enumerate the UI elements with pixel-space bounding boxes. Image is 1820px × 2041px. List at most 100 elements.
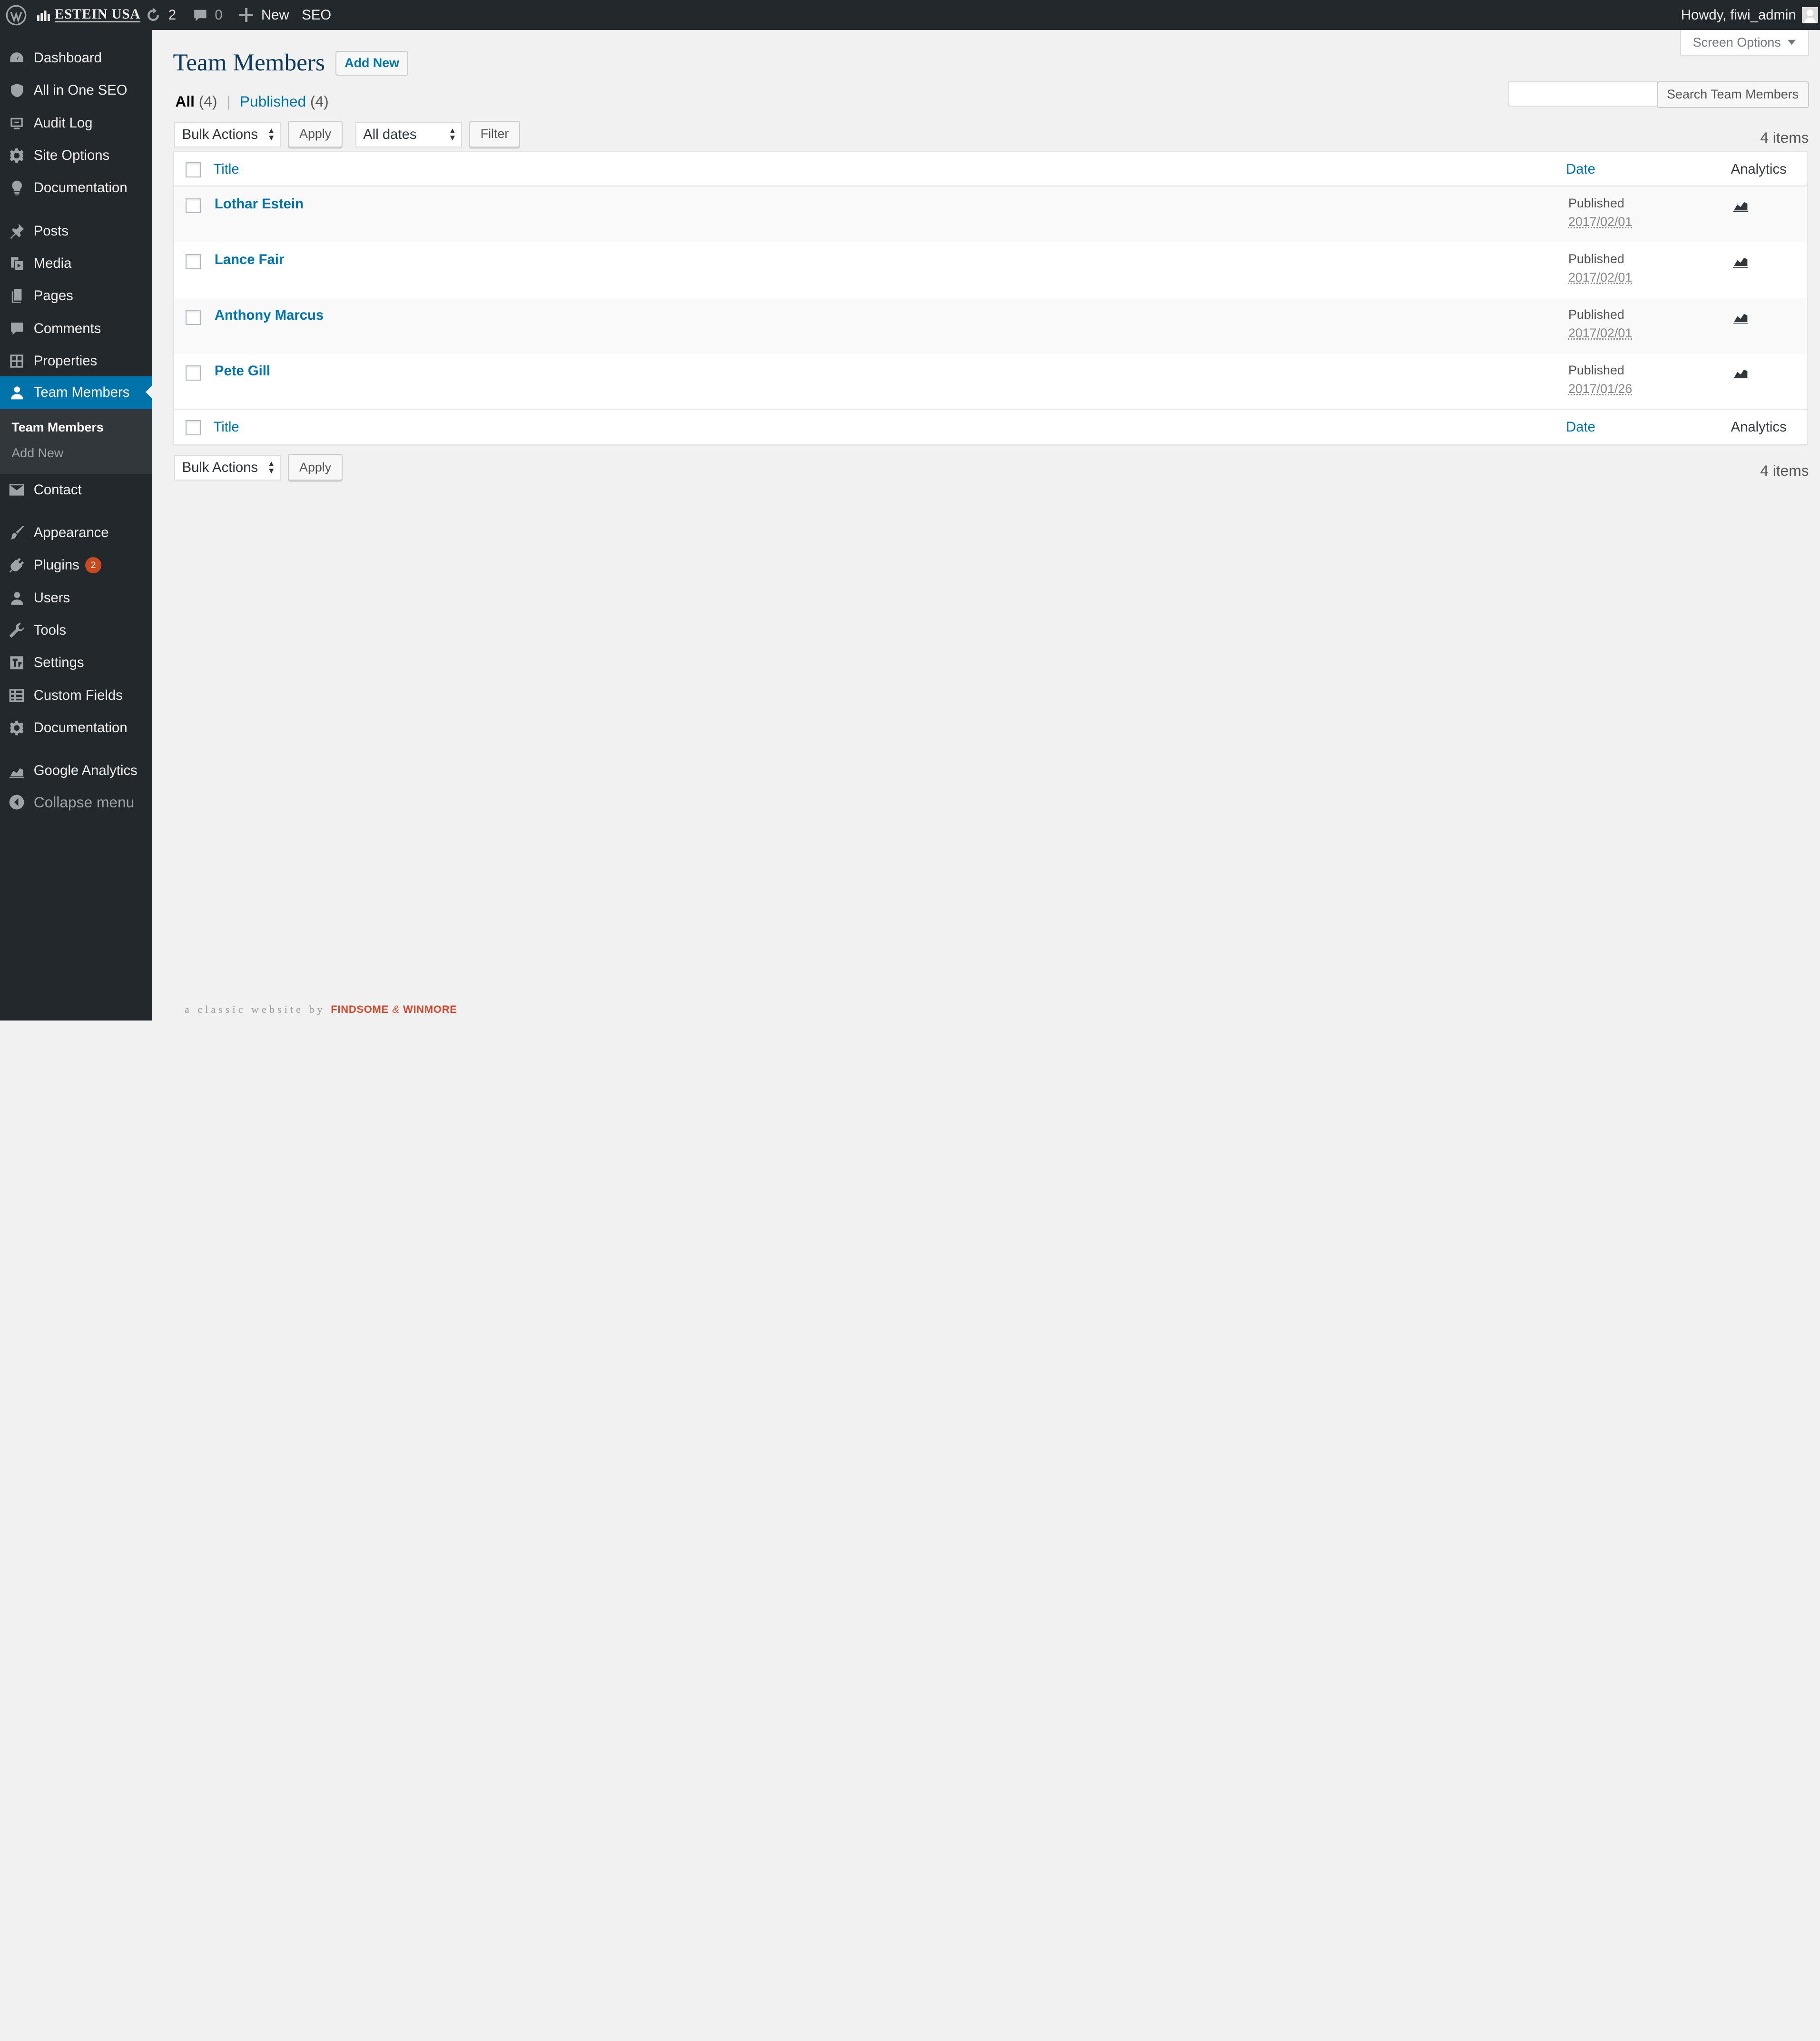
- sidebar-item-label: Media: [34, 255, 72, 272]
- sidebar-item-label: All in One SEO: [34, 82, 128, 98]
- table-header: Title Date Analytics: [174, 152, 1807, 186]
- sidebar-item-contact[interactable]: Contact: [0, 474, 152, 506]
- howdy-text: Howdy, fiwi_admin: [1681, 0, 1796, 30]
- updates-link[interactable]: 2: [145, 0, 176, 30]
- select-all-checkbox[interactable]: [186, 162, 201, 177]
- analytics-chart-icon[interactable]: [1732, 197, 1750, 216]
- column-date-footer[interactable]: Date: [1566, 419, 1595, 435]
- shield-icon: [0, 82, 34, 98]
- sidebar-item-posts[interactable]: Posts: [0, 215, 152, 247]
- sidebar-item-label: Settings: [34, 655, 84, 671]
- wordpress-logo-icon[interactable]: [6, 0, 27, 30]
- sidebar-item-pages[interactable]: Pages: [0, 280, 152, 312]
- mail-icon: [0, 483, 34, 497]
- sidebar-item-custom-fields[interactable]: Custom Fields: [0, 679, 152, 711]
- filter-button[interactable]: Filter: [469, 121, 521, 147]
- sidebar-item-team-members[interactable]: Team Members: [0, 376, 152, 409]
- row-checkbox[interactable]: [186, 254, 201, 269]
- row-date: 2017/01/26: [1568, 382, 1632, 396]
- sidebar-item-users[interactable]: Users: [0, 581, 152, 614]
- add-new-button[interactable]: Add New: [335, 51, 408, 75]
- my-account-link[interactable]: Howdy, fiwi_admin: [1681, 0, 1820, 30]
- select-all-checkbox-bottom[interactable]: [186, 420, 201, 435]
- sidebar-item-comments[interactable]: Comments: [0, 312, 152, 344]
- date-filter-select[interactable]: All dates ▲ ▼: [355, 122, 462, 147]
- filter-published-link[interactable]: Published (4): [240, 93, 329, 110]
- grid-icon: [0, 353, 34, 369]
- comments-link[interactable]: 0: [193, 0, 223, 30]
- site-logo-icon: [37, 10, 51, 21]
- filter-all-link[interactable]: All (4): [175, 93, 217, 110]
- new-content-link[interactable]: New: [239, 0, 289, 30]
- row-checkbox[interactable]: [186, 365, 201, 381]
- submenu-item-add-new[interactable]: Add New: [11, 446, 63, 461]
- sidebar-item-google-analytics[interactable]: Google Analytics: [0, 755, 152, 787]
- column-date-header[interactable]: Date: [1566, 161, 1595, 177]
- comment-icon: [0, 321, 34, 336]
- date-filter-value: All dates: [363, 127, 416, 143]
- row-status: Published: [1568, 252, 1624, 266]
- row-status: Published: [1568, 363, 1624, 378]
- row-checkbox[interactable]: [186, 198, 201, 214]
- row-title-link[interactable]: Lothar Estein: [215, 196, 304, 212]
- sidebar-item-dashboard[interactable]: Dashboard: [0, 42, 152, 74]
- team-members-table: Title Date Analytics Lothar Estein Publi…: [173, 151, 1808, 444]
- sidebar-item-site-options[interactable]: Site Options: [0, 139, 152, 172]
- sidebar-item-media[interactable]: Media: [0, 247, 152, 280]
- sidebar-item-all-in-one-seo[interactable]: All in One SEO: [0, 74, 152, 107]
- search-team-members-button[interactable]: Search Team Members: [1657, 81, 1809, 108]
- sidebar-item-label: Dashboard: [34, 50, 102, 66]
- sidebar-item-appearance[interactable]: Appearance: [0, 517, 152, 549]
- sidebar-item-tools[interactable]: Tools: [0, 614, 152, 647]
- column-title-header[interactable]: Title: [213, 161, 239, 177]
- analytics-chart-icon[interactable]: [1732, 253, 1750, 272]
- row-date: 2017/02/01: [1568, 326, 1632, 341]
- column-title-footer[interactable]: Title: [213, 419, 239, 435]
- row-title-link[interactable]: Pete Gill: [215, 363, 270, 379]
- column-analytics-header: Analytics: [1731, 161, 1787, 177]
- submenu-item-team-members[interactable]: Team Members: [11, 420, 103, 435]
- dashboard-icon: [0, 50, 34, 66]
- row-checkbox[interactable]: [186, 310, 201, 325]
- search-input[interactable]: [1508, 81, 1658, 107]
- refresh-icon: [145, 7, 161, 23]
- collapse-menu-button[interactable]: Collapse menu: [0, 786, 152, 818]
- row-date: 2017/02/01: [1568, 270, 1632, 285]
- page-title: Team Members: [173, 49, 325, 77]
- sidebar-item-documentation[interactable]: Documentation: [0, 172, 152, 204]
- site-name-link[interactable]: ESTEIN USA: [37, 0, 140, 30]
- plus-icon: [239, 8, 253, 22]
- screen-options-button[interactable]: Screen Options: [1680, 30, 1809, 56]
- audit-log-icon: [0, 116, 34, 131]
- sidebar-item-plugins[interactable]: Plugins 2: [0, 549, 152, 581]
- sidebar-item-label: Comments: [34, 321, 101, 337]
- wrench-icon: [0, 622, 34, 638]
- sidebar-item-audit-log[interactable]: Audit Log: [0, 107, 152, 139]
- apply-button-bottom[interactable]: Apply: [288, 454, 343, 481]
- brush-icon: [0, 525, 34, 541]
- sidebar-item-label: Google Analytics: [34, 763, 138, 779]
- pin-icon: [0, 223, 34, 239]
- sidebar-item-label: Plugins: [34, 557, 79, 573]
- analytics-chart-icon[interactable]: [1732, 364, 1750, 383]
- sidebar-item-properties[interactable]: Properties: [0, 345, 152, 377]
- seo-link[interactable]: SEO: [302, 0, 331, 30]
- row-status: Published: [1568, 196, 1624, 211]
- seo-label: SEO: [302, 0, 331, 30]
- sidebar-item-label: Users: [34, 590, 70, 606]
- sidebar-item-settings[interactable]: Settings: [0, 647, 152, 679]
- footer-brand-link[interactable]: FINDSOME & WINMORE: [331, 1003, 457, 1015]
- table-row: Anthony Marcus Published 2017/02/01: [174, 298, 1807, 354]
- sidebar-item-label: Site Options: [34, 147, 109, 164]
- bulk-actions-select-bottom[interactable]: Bulk Actions ▲ ▼: [174, 455, 281, 481]
- analytics-icon: [0, 763, 34, 778]
- bulk-actions-select-top[interactable]: Bulk Actions ▲ ▼: [174, 122, 281, 147]
- new-label: New: [261, 0, 289, 30]
- analytics-chart-icon[interactable]: [1732, 309, 1750, 328]
- sidebar-item-documentation-2[interactable]: Documentation: [0, 712, 152, 744]
- team-members-submenu: Team Members Add New: [0, 409, 152, 474]
- row-title-link[interactable]: Lance Fair: [215, 252, 284, 268]
- apply-button-top[interactable]: Apply: [288, 121, 343, 147]
- sidebar-item-label: Documentation: [34, 720, 128, 736]
- row-title-link[interactable]: Anthony Marcus: [215, 307, 324, 324]
